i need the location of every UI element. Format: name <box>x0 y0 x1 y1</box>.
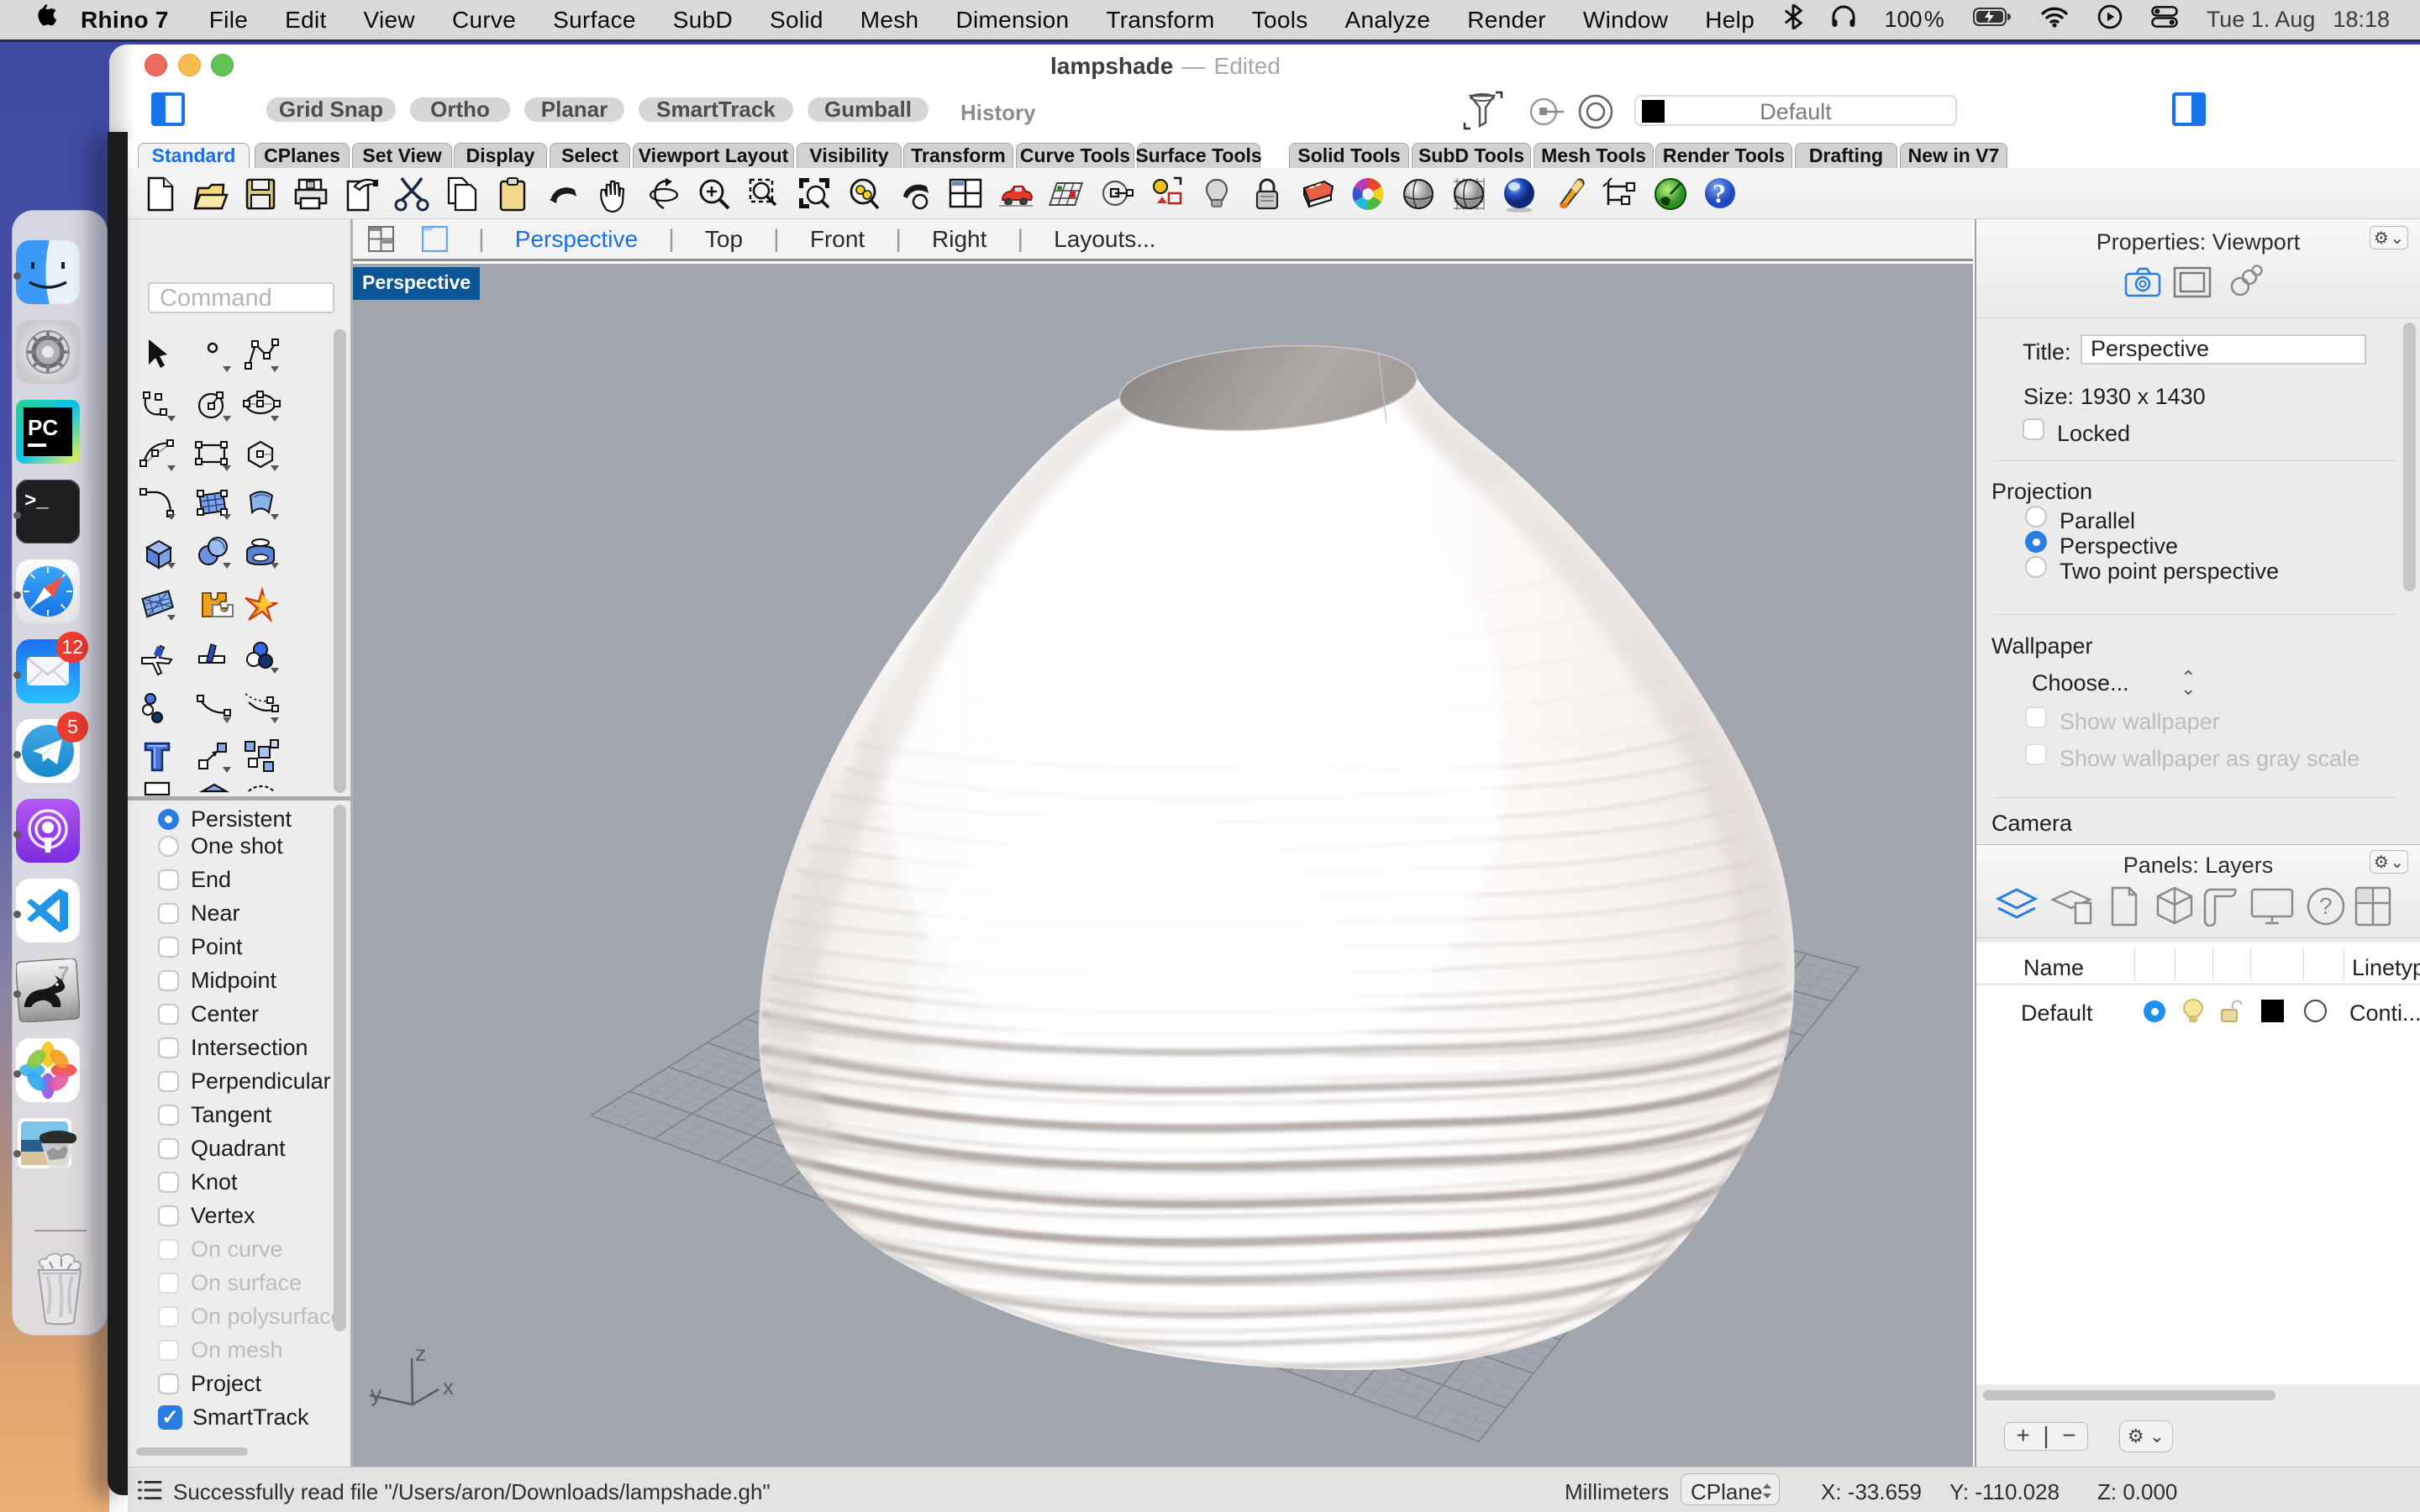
svg-text:?: ? <box>1712 178 1726 208</box>
svg-text:PC: PC <box>28 415 58 440</box>
svg-text:?: ? <box>2319 893 2333 919</box>
svg-text:x: x <box>443 1374 454 1399</box>
svg-text:>_: >_ <box>24 491 49 513</box>
svg-text:y: y <box>371 1381 381 1406</box>
svg-text:z: z <box>415 1341 426 1366</box>
